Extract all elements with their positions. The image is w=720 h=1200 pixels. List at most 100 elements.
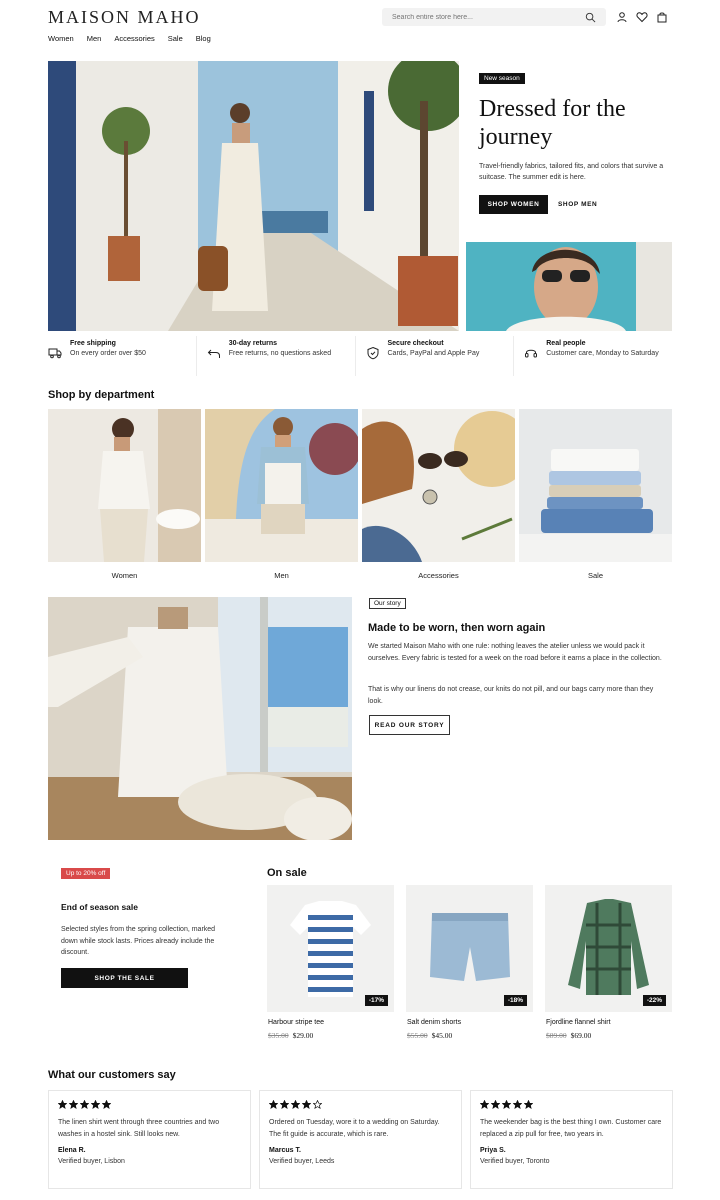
review-card: The weekender bag is the best thing I ow… xyxy=(470,1090,673,1189)
review-text: The linen shirt went through three count… xyxy=(58,1119,220,1138)
star-filled-icon xyxy=(502,1100,511,1109)
main-nav: Women Men Accessories Sale Blog xyxy=(48,34,211,43)
department-image[interactable] xyxy=(362,409,515,562)
department-card-men[interactable]: Men xyxy=(205,409,358,580)
star-filled-icon xyxy=(302,1100,311,1109)
shop-women-button[interactable]: SHOP WOMEN xyxy=(479,195,548,214)
product-name[interactable]: Salt denim shorts xyxy=(406,1019,533,1026)
search-icon[interactable] xyxy=(585,12,596,23)
product-name[interactable]: Harbour stripe tee xyxy=(267,1019,394,1026)
product-image[interactable]: -18% xyxy=(406,885,533,1012)
hero-description: Travel-friendly fabrics, tailored fits, … xyxy=(479,163,664,181)
features-bar: Free shipping On every order over $50 30-… xyxy=(48,336,672,376)
feature-subtitle: Free returns, no questions asked xyxy=(228,350,332,357)
product-card[interactable]: -18% Salt denim shorts $55.00 $45.00 xyxy=(406,885,533,1040)
department-card-accessories[interactable]: Accessories xyxy=(362,409,515,580)
product-price: $29.00 xyxy=(292,1031,314,1040)
department-image[interactable] xyxy=(519,409,672,562)
product-card[interactable]: -17% Harbour stripe tee $35.00 $29.00 xyxy=(267,885,394,1040)
story-title: Made to be worn, then worn again xyxy=(368,622,546,634)
heart-icon[interactable] xyxy=(636,10,648,23)
star-filled-icon xyxy=(102,1100,111,1109)
review-card: Ordered on Tuesday, wore it to a wedding… xyxy=(259,1090,462,1189)
department-label: Men xyxy=(274,571,289,580)
product-price: $69.00 xyxy=(570,1031,592,1040)
star-filled-icon xyxy=(91,1100,100,1109)
shield-icon xyxy=(367,346,378,360)
brand-logo[interactable]: MAISON MAHO xyxy=(48,7,201,28)
shopping-bag-icon[interactable] xyxy=(656,10,668,23)
reviewer-meta: Verified buyer, Lisbon xyxy=(58,1158,125,1165)
sale-badge: Up to 20% off xyxy=(61,868,111,879)
star-filled-icon xyxy=(280,1100,289,1109)
feature-subtitle: Customer care, Monday to Saturday xyxy=(546,350,659,357)
department-card-women[interactable]: Women xyxy=(48,409,201,580)
review-card: The linen shirt went through three count… xyxy=(48,1090,251,1189)
product-image[interactable]: -17% xyxy=(267,885,394,1012)
star-filled-icon xyxy=(269,1100,278,1109)
department-image[interactable] xyxy=(205,409,358,562)
product-name[interactable]: Fjordline flannel shirt xyxy=(545,1019,672,1026)
feature-subtitle: Cards, PayPal and Apple Pay xyxy=(387,350,480,357)
feature-secure-checkout: Secure checkout Cards, PayPal and Apple P… xyxy=(356,336,515,376)
new-season-badge: New season xyxy=(479,73,525,84)
star-rating xyxy=(269,1100,452,1109)
read-our-story-button[interactable]: READ OUR STORY xyxy=(369,715,450,735)
discount-badge: -18% xyxy=(503,995,527,1006)
product-old-price: $55.00 xyxy=(407,1031,428,1040)
truck-icon xyxy=(48,348,62,359)
feature-subtitle: On every order over $50 xyxy=(70,350,146,357)
star-rating xyxy=(58,1100,241,1109)
on-sale-title: On sale xyxy=(267,867,307,879)
feature-real-people: Real people Customer care, Monday to Satu… xyxy=(514,336,672,376)
nav-link-men[interactable]: Men xyxy=(87,34,102,43)
story-paragraph-2: That is why our linens do not crease, ou… xyxy=(368,686,654,705)
feature-free-shipping: Free shipping On every order over $50 xyxy=(48,336,197,376)
department-label: Accessories xyxy=(418,571,459,580)
nav-link-blog[interactable]: Blog xyxy=(196,34,211,43)
product-old-price: $89.00 xyxy=(546,1031,567,1040)
hero-image[interactable] xyxy=(48,61,459,331)
hero-side-image[interactable] xyxy=(466,242,672,331)
reviews-title: What our customers say xyxy=(48,1069,176,1081)
hero-title: Dressed for the journey xyxy=(479,96,626,150)
shop-men-button[interactable]: SHOP MEN xyxy=(558,201,597,208)
our-story-badge: Our story xyxy=(369,598,406,609)
department-label: Sale xyxy=(587,571,603,580)
account-icon[interactable] xyxy=(616,10,628,23)
reviewer-name: Priya S. xyxy=(480,1147,506,1154)
feature-returns: 30-day returns Free returns, no questions… xyxy=(197,336,356,376)
star-filled-icon xyxy=(58,1100,67,1109)
reviewer-meta: Verified buyer, Leeds xyxy=(269,1158,335,1165)
feature-title: Secure checkout xyxy=(387,340,444,347)
star-filled-icon xyxy=(524,1100,533,1109)
sale-title: End of season sale xyxy=(61,902,138,912)
nav-link-sale[interactable]: Sale xyxy=(168,34,183,43)
product-old-price: $35.00 xyxy=(268,1031,289,1040)
star-filled-icon xyxy=(480,1100,489,1109)
nav-link-women[interactable]: Women xyxy=(48,34,74,43)
atelier-image xyxy=(48,597,352,840)
departments-title: Shop by department xyxy=(48,389,155,401)
return-arrow-icon xyxy=(207,349,220,358)
reviewer-meta: Verified buyer, Toronto xyxy=(480,1158,550,1165)
feature-title: Free shipping xyxy=(70,340,116,347)
review-text: The weekender bag is the best thing I ow… xyxy=(480,1119,662,1138)
story-paragraph-1: We started Maison Maho with one rule: no… xyxy=(368,643,662,662)
product-card[interactable]: -22% Fjordline flannel shirt $89.00 $69.0… xyxy=(545,885,672,1040)
search-input[interactable] xyxy=(392,13,585,21)
star-filled-icon xyxy=(69,1100,78,1109)
feature-title: Real people xyxy=(546,340,586,347)
department-card-sale[interactable]: Sale xyxy=(519,409,672,580)
department-label: Women xyxy=(111,571,138,580)
search-bar[interactable] xyxy=(382,8,606,26)
shop-the-sale-button[interactable]: SHOP THE SALE xyxy=(61,968,188,988)
star-filled-icon xyxy=(491,1100,500,1109)
nav-link-accessories[interactable]: Accessories xyxy=(114,34,154,43)
reviewer-name: Elena R. xyxy=(58,1147,86,1154)
feature-title: 30-day returns xyxy=(228,340,277,347)
headset-icon xyxy=(525,349,538,358)
department-image[interactable] xyxy=(48,409,201,562)
reviewer-name: Marcus T. xyxy=(269,1147,301,1154)
product-image[interactable]: -22% xyxy=(545,885,672,1012)
